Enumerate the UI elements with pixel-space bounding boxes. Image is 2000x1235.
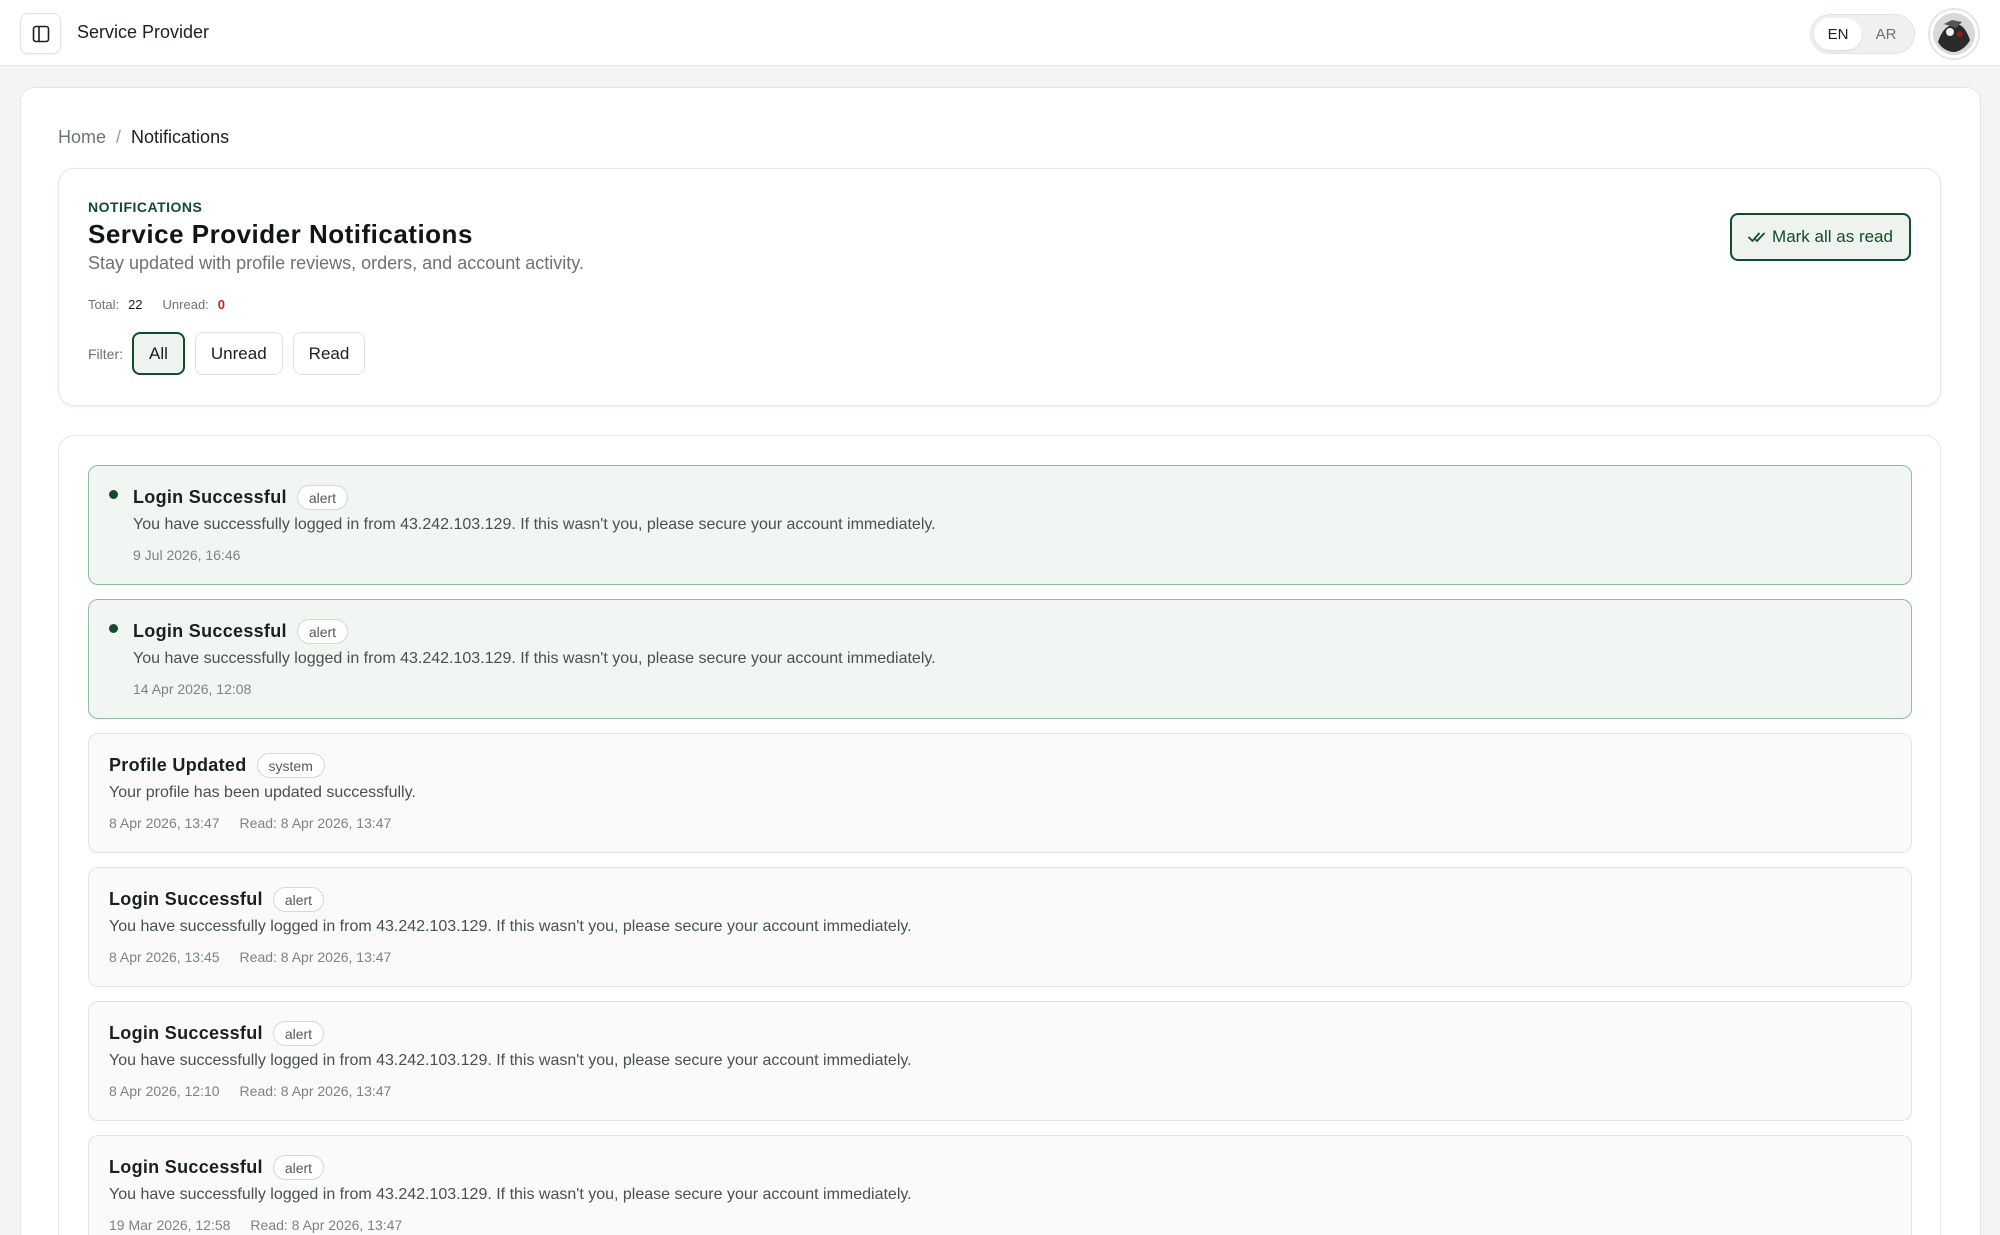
notification-meta: 19 Mar 2026, 12:58 Read: 8 Apr 2026, 13:… (109, 1217, 402, 1233)
notification-message: You have successfully logged in from 43.… (133, 650, 936, 667)
notification-item[interactable]: Login Successful alert You have successf… (88, 465, 1912, 585)
notification-type-badge: alert (296, 485, 349, 510)
notification-time: 8 Apr 2026, 13:45 (109, 949, 220, 965)
avatar[interactable] (1928, 8, 1980, 60)
notification-read-time: Read: 8 Apr 2026, 13:47 (239, 815, 392, 831)
notification-time: 19 Mar 2026, 12:58 (109, 1217, 231, 1233)
notification-item[interactable]: Login Successful alert You have successf… (88, 867, 1912, 987)
page-eyebrow: NOTIFICATIONS (88, 199, 203, 215)
mark-all-read-button[interactable]: Mark all as read (1730, 213, 1911, 261)
sidebar-toggle-button[interactable] (20, 13, 61, 54)
avatar-image-icon (1933, 13, 1975, 55)
mark-all-read-label: Mark all as read (1772, 227, 1893, 246)
notification-meta: 9 Jul 2026, 16:46 (133, 547, 240, 563)
page-subtitle: Stay updated with profile reviews, order… (88, 253, 584, 273)
page-title: Service Provider Notifications (88, 219, 473, 249)
breadcrumb: Home / Notifications (58, 127, 229, 148)
notification-item[interactable]: Login Successful alert You have successf… (88, 1001, 1912, 1121)
notification-type-badge: system (256, 753, 325, 778)
notification-message: You have successfully logged in from 43.… (109, 1186, 912, 1203)
notification-item[interactable]: Login Successful alert You have successf… (88, 599, 1912, 719)
unread-dot-icon (109, 624, 118, 633)
notification-type-badge: alert (272, 1155, 325, 1180)
notification-time: 8 Apr 2026, 12:10 (109, 1083, 220, 1099)
filter-row: Filter: All Unread Read (88, 332, 375, 375)
notification-message: Your profile has been updated successful… (109, 784, 416, 801)
notification-item[interactable]: Login Successful alert You have successf… (88, 1135, 1912, 1235)
unread-label: Unread: (162, 297, 209, 312)
notification-type-badge: alert (296, 619, 349, 644)
notification-message: You have successfully logged in from 43.… (133, 516, 936, 533)
notification-time: 14 Apr 2026, 12:08 (133, 681, 252, 697)
app-title: Service Provider (77, 22, 210, 42)
notification-meta: 14 Apr 2026, 12:08 (133, 681, 251, 697)
total-label: Total: (88, 297, 120, 312)
notification-title: Login Successful (133, 487, 287, 507)
notification-time: 9 Jul 2026, 16:46 (133, 547, 241, 563)
filter-read-button[interactable]: Read (292, 332, 366, 375)
breadcrumb-home-link[interactable]: Home (58, 127, 106, 148)
top-bar: Service Provider EN AR (0, 0, 2000, 66)
notification-read-time: Read: 8 Apr 2026, 13:47 (250, 1217, 403, 1233)
filter-label: Filter: (88, 345, 123, 362)
notification-title: Login Successful (109, 1157, 263, 1177)
notification-read-time: Read: 8 Apr 2026, 13:47 (239, 1083, 392, 1099)
notification-type-badge: alert (272, 1021, 325, 1046)
filter-unread-button[interactable]: Unread (194, 332, 283, 375)
breadcrumb-current: Notifications (131, 127, 230, 147)
lang-ar-button[interactable]: AR (1862, 18, 1910, 50)
language-switch: EN AR (1810, 14, 1915, 54)
notification-read-time: Read: 8 Apr 2026, 13:47 (239, 949, 392, 965)
notification-message: You have successfully logged in from 43.… (109, 918, 912, 935)
notification-time: 8 Apr 2026, 13:47 (109, 815, 220, 831)
notification-stats: Total: 22 Unread: 0 (88, 297, 245, 312)
sidebar-panel-icon (32, 25, 49, 42)
lang-en-button[interactable]: EN (1814, 18, 1862, 50)
double-check-icon (1748, 232, 1765, 242)
total-count: 22 (128, 297, 143, 312)
notification-meta: 8 Apr 2026, 13:47 Read: 8 Apr 2026, 13:4… (109, 815, 391, 831)
breadcrumb-separator: / (116, 127, 122, 147)
notification-meta: 8 Apr 2026, 13:45 Read: 8 Apr 2026, 13:4… (109, 949, 391, 965)
notification-item[interactable]: Profile Updated system Your profile has … (88, 733, 1912, 853)
unread-dot-icon (109, 490, 118, 499)
notification-meta: 8 Apr 2026, 12:10 Read: 8 Apr 2026, 13:4… (109, 1083, 391, 1099)
notification-title: Login Successful (109, 889, 263, 909)
notification-title: Login Successful (109, 1023, 263, 1043)
notification-title: Profile Updated (109, 755, 247, 775)
unread-count: 0 (217, 297, 226, 312)
notification-type-badge: alert (272, 887, 325, 912)
filter-all-button[interactable]: All (132, 332, 185, 375)
notification-title: Login Successful (133, 621, 287, 641)
notification-message: You have successfully logged in from 43.… (109, 1052, 912, 1069)
